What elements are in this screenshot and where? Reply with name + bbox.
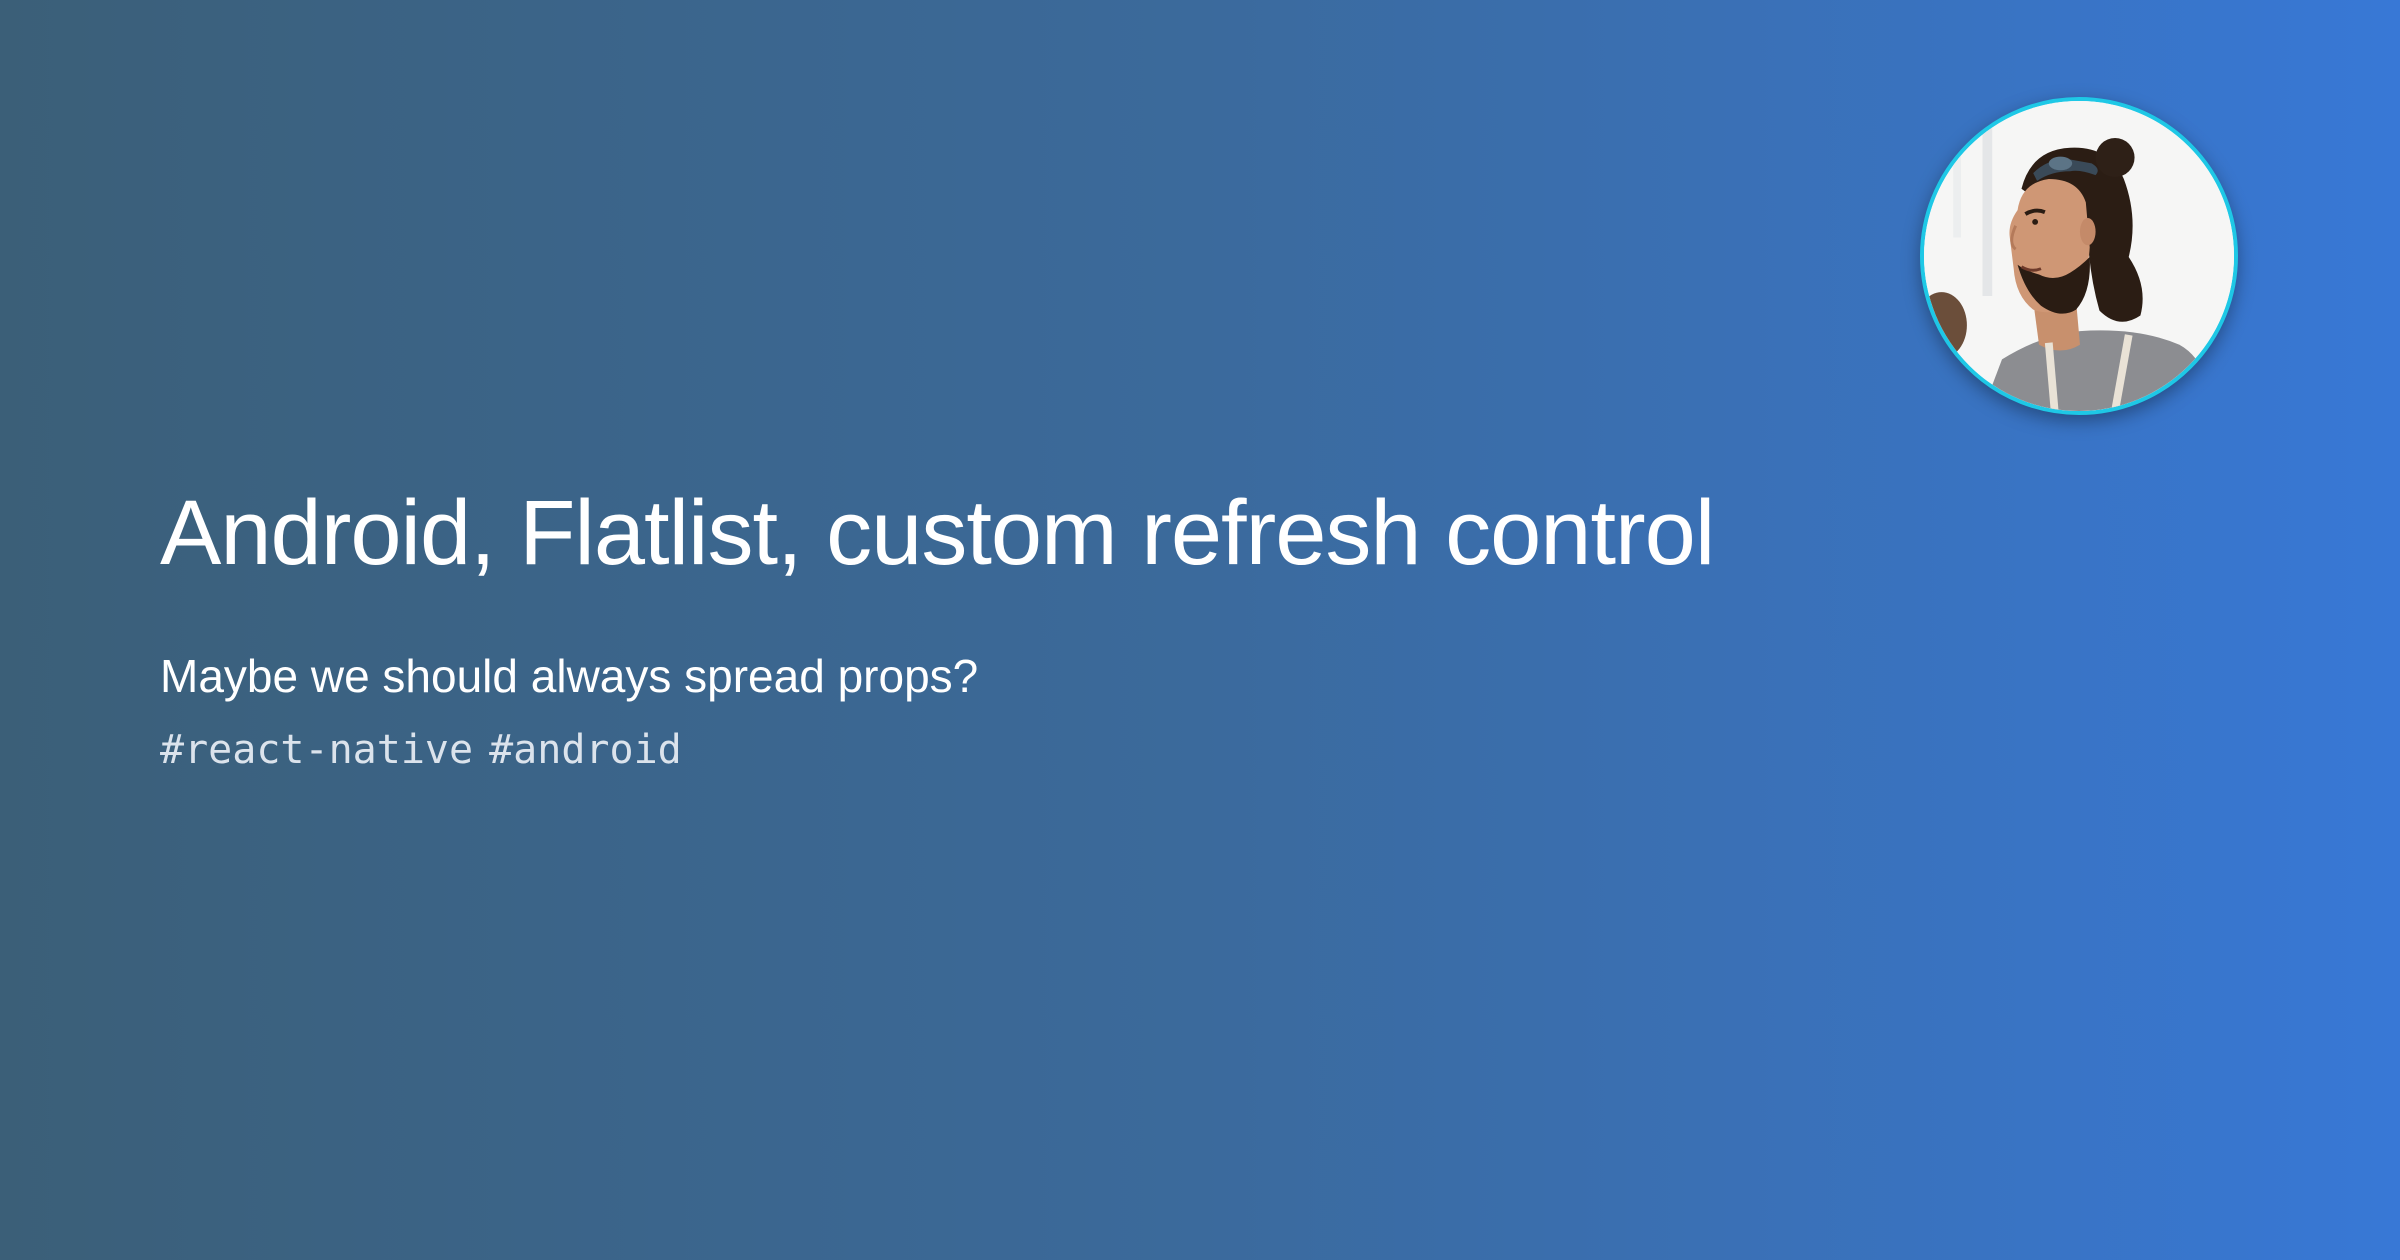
author-portrait-icon — [1924, 101, 2234, 411]
tag-android: #android — [489, 727, 682, 773]
post-tags: #react-native #android — [160, 724, 682, 776]
social-preview-card: Android, Flatlist, custom refresh contro… — [0, 0, 2400, 1260]
post-title: Android, Flatlist, custom refresh contro… — [160, 482, 1715, 584]
author-avatar — [1920, 97, 2238, 415]
post-subtitle: Maybe we should always spread props? — [160, 650, 979, 702]
tag-react-native: #react-native — [160, 727, 474, 773]
